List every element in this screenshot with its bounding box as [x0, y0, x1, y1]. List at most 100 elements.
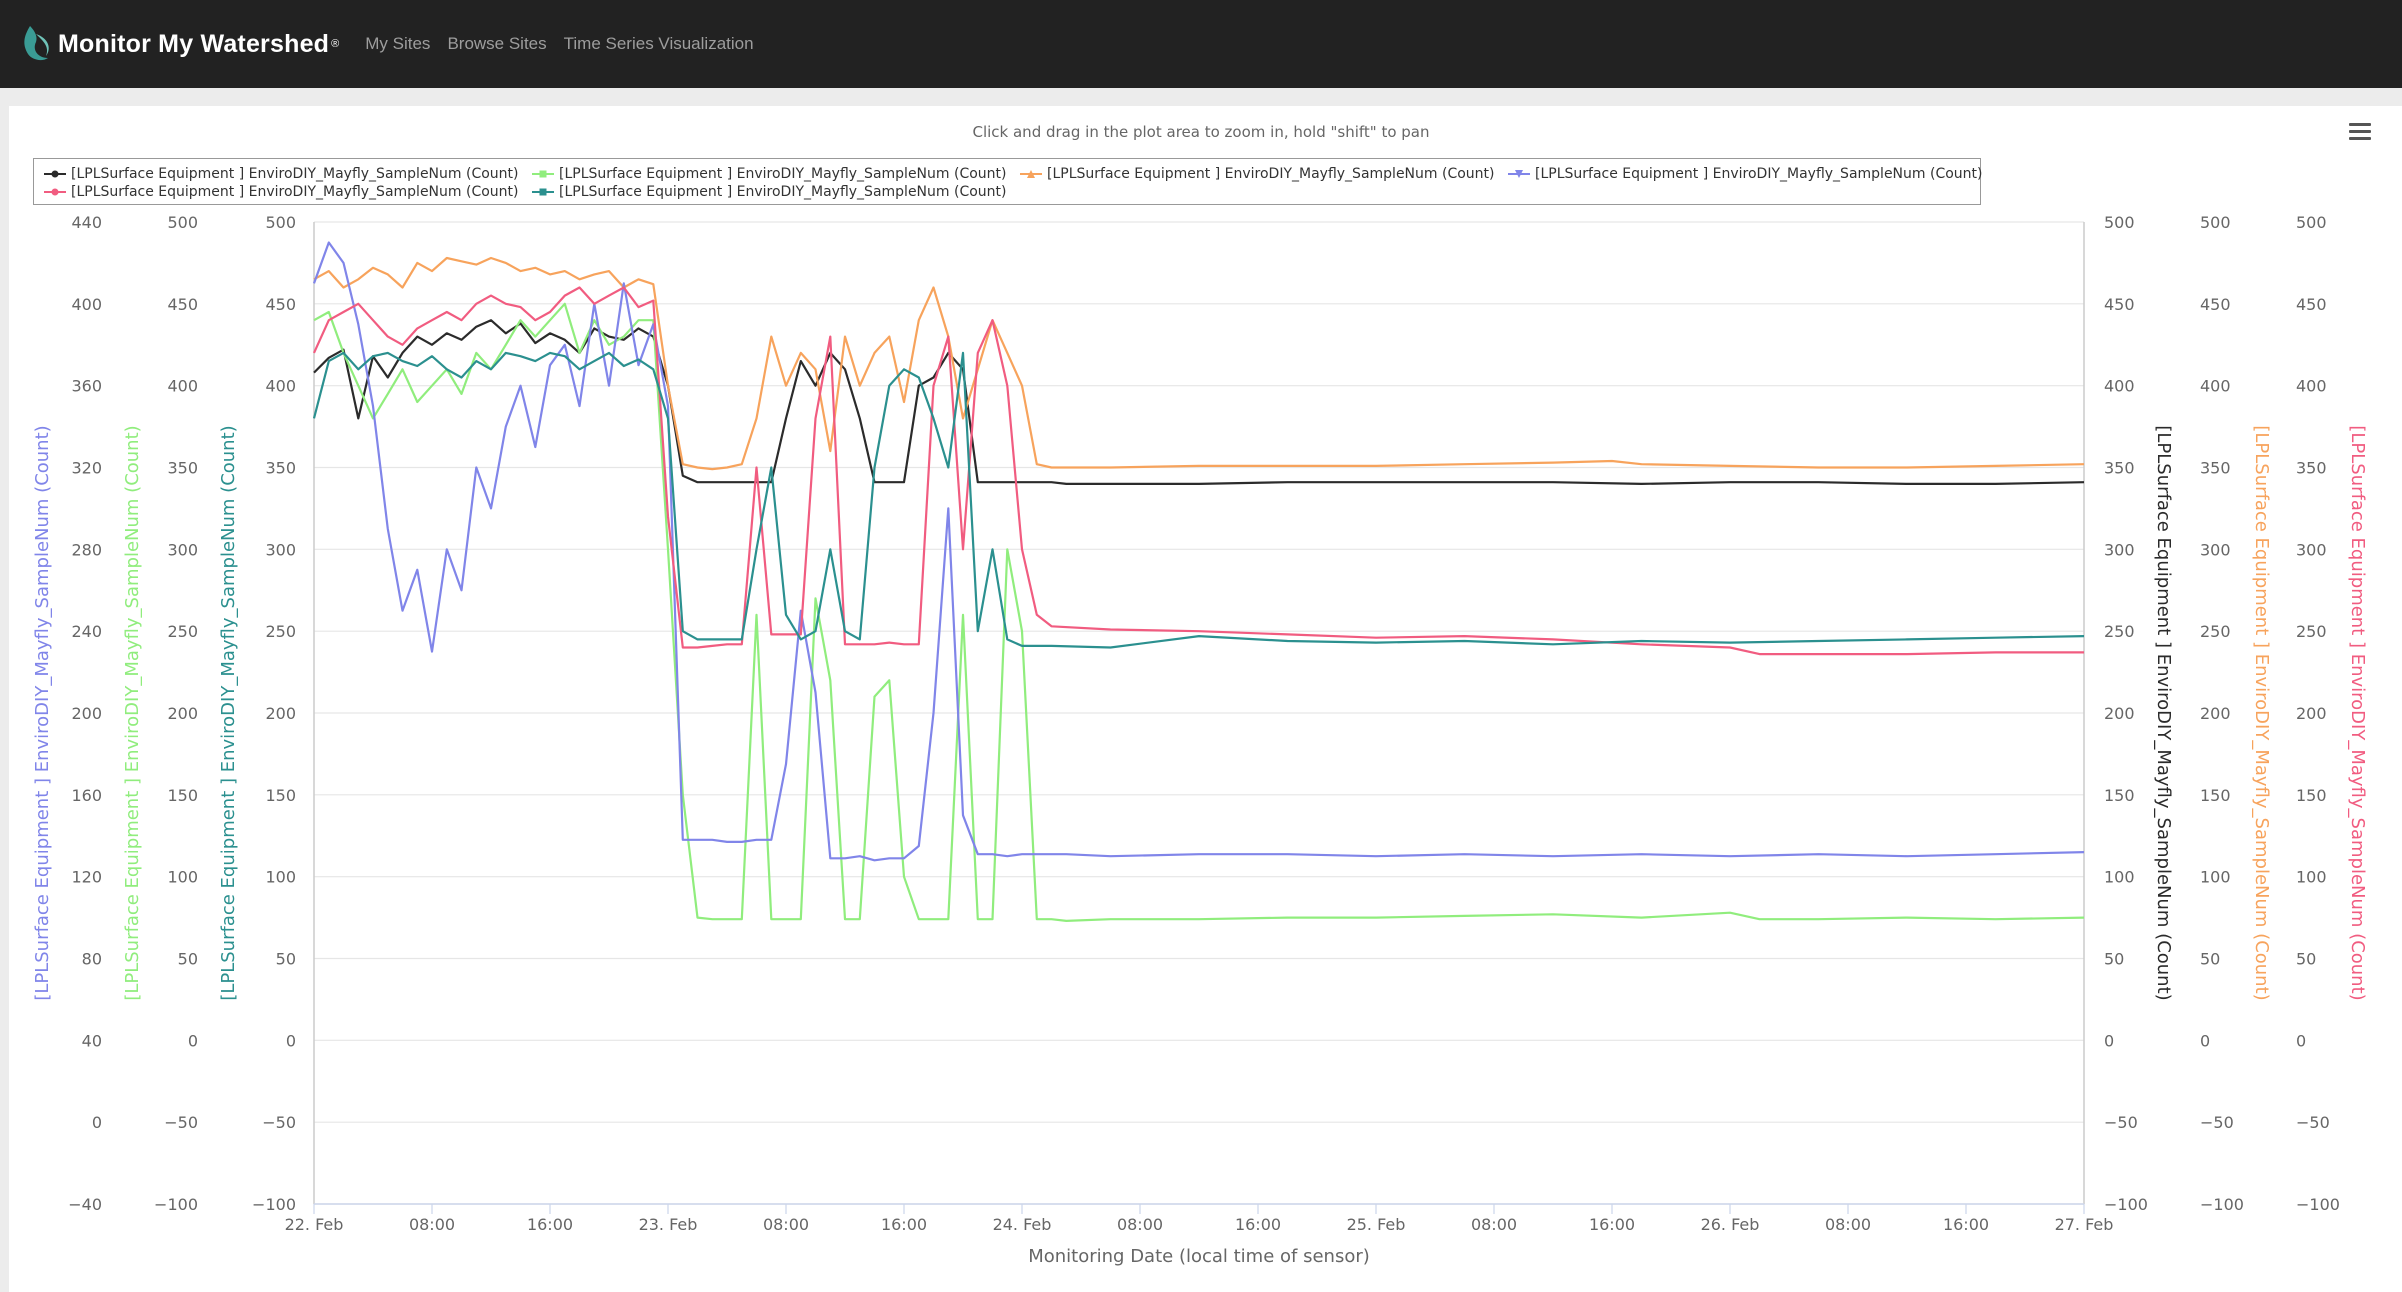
x-tick-label: 16:00: [1589, 1215, 1635, 1234]
y-axis-title: [LPLSurface Equipment ] EnviroDIY_Mayfly…: [32, 425, 53, 1000]
y-tick-label: −50: [2200, 1113, 2234, 1132]
y-tick-label: 400: [71, 295, 102, 314]
x-tick-label: 08:00: [1471, 1215, 1517, 1234]
x-tick-label: 27. Feb: [2055, 1215, 2114, 1234]
y-tick-label: 300: [265, 540, 296, 559]
x-axis-title: Monitoring Date (local time of sensor): [1028, 1246, 1370, 1267]
y-axis-title: [LPLSurface Equipment ] EnviroDIY_Mayfly…: [2153, 425, 2174, 1000]
y-tick-label: 350: [2200, 459, 2231, 478]
x-tick-label: 08:00: [1825, 1215, 1871, 1234]
y-tick-label: 0: [2200, 1031, 2210, 1050]
legend-label: [LPLSurface Equipment ] EnviroDIY_Mayfly…: [1535, 166, 1983, 182]
series-line-3[interactable]: [312, 241, 2085, 862]
y-tick-label: 300: [2296, 540, 2327, 559]
y-tick-label: 150: [2296, 786, 2327, 805]
triangle-marker-icon: [1020, 170, 1042, 178]
y-tick-label: 200: [2200, 704, 2231, 723]
y-tick-label: 400: [167, 377, 198, 396]
y-tick-label: 400: [265, 377, 296, 396]
chart-legend: [LPLSurface Equipment ] EnviroDIY_Mayfly…: [33, 158, 1983, 205]
y-tick-label: −50: [262, 1113, 296, 1132]
y-tick-label: 350: [2104, 459, 2135, 478]
x-tick-label: 16:00: [1235, 1215, 1281, 1234]
y-tick-label: 50: [178, 950, 198, 969]
y-tick-label: 0: [2104, 1031, 2114, 1050]
y-tick-label: 300: [167, 540, 198, 559]
y-tick-label: 280: [71, 540, 102, 559]
y-tick-label: 100: [167, 868, 198, 887]
x-tick-label: 25. Feb: [1347, 1215, 1406, 1234]
y-tick-label: 400: [2200, 377, 2231, 396]
x-tick-label: 24. Feb: [993, 1215, 1052, 1234]
y-tick-label: 40: [82, 1031, 102, 1050]
y-tick-label: 250: [167, 622, 198, 641]
y-tick-label: 500: [167, 213, 198, 232]
x-tick-label: 08:00: [409, 1215, 455, 1234]
y-tick-label: 360: [71, 377, 102, 396]
y-tick-label: 450: [2104, 295, 2135, 314]
y-tick-label: 400: [2296, 377, 2327, 396]
y-tick-label: 500: [265, 213, 296, 232]
y-tick-label: 200: [167, 704, 198, 723]
y-tick-label: 400: [2104, 377, 2135, 396]
x-tick-label: 08:00: [763, 1215, 809, 1234]
y-tick-label: 500: [2200, 213, 2231, 232]
triangle-down-marker-icon: [1508, 170, 1530, 178]
y-tick-label: 500: [2296, 213, 2327, 232]
y-tick-label: 250: [265, 622, 296, 641]
y-tick-label: 450: [2200, 295, 2231, 314]
y-tick-label: 200: [2104, 704, 2135, 723]
y-axis-title: [LPLSurface Equipment ] EnviroDIY_Mayfly…: [218, 425, 239, 1000]
y-tick-label: 450: [167, 295, 198, 314]
x-tick-label: 16:00: [527, 1215, 573, 1234]
legend-label: [LPLSurface Equipment ] EnviroDIY_Mayfly…: [559, 184, 1007, 200]
x-tick-label: 08:00: [1117, 1215, 1163, 1234]
y-tick-label: 160: [71, 786, 102, 805]
y-axis-title: [LPLSurface Equipment ] EnviroDIY_Mayfly…: [2347, 425, 2368, 1000]
legend-label: [LPLSurface Equipment ] EnviroDIY_Mayfly…: [1047, 166, 1495, 182]
legend-item-green[interactable]: [LPLSurface Equipment ] EnviroDIY_Mayfly…: [532, 166, 1007, 182]
y-tick-label: 100: [2200, 868, 2231, 887]
y-tick-label: 350: [167, 459, 198, 478]
y-tick-label: 250: [2104, 622, 2135, 641]
y-tick-label: 0: [188, 1031, 198, 1050]
y-tick-label: 50: [2104, 950, 2124, 969]
series-line-1[interactable]: [313, 302, 2085, 922]
y-tick-label: −100: [154, 1195, 198, 1214]
y-tick-label: −40: [68, 1195, 102, 1214]
series-line-4[interactable]: [312, 286, 2084, 656]
y-tick-label: 250: [2296, 622, 2327, 641]
y-tick-label: 50: [2296, 950, 2316, 969]
y-tick-label: −100: [252, 1195, 296, 1214]
y-tick-label: 200: [2296, 704, 2327, 723]
x-tick-label: 26. Feb: [1701, 1215, 1760, 1234]
y-axis-title: [LPLSurface Equipment ] EnviroDIY_Mayfly…: [122, 425, 143, 1000]
y-tick-label: 100: [2296, 868, 2327, 887]
legend-item-black[interactable]: [LPLSurface Equipment ] EnviroDIY_Mayfly…: [44, 166, 519, 182]
x-tick-label: 22. Feb: [285, 1215, 344, 1234]
y-tick-label: 350: [2296, 459, 2327, 478]
y-tick-label: 500: [2104, 213, 2135, 232]
y-tick-label: 50: [2200, 950, 2220, 969]
circle-marker-icon: [44, 170, 66, 178]
y-tick-label: 0: [286, 1031, 296, 1050]
y-tick-label: 300: [2200, 540, 2231, 559]
legend-item-teal[interactable]: [LPLSurface Equipment ] EnviroDIY_Mayfly…: [532, 184, 1007, 200]
x-tick-label: 23. Feb: [639, 1215, 698, 1234]
y-tick-label: 240: [71, 622, 102, 641]
series-line-5[interactable]: [312, 351, 2085, 649]
y-tick-label: 200: [265, 704, 296, 723]
y-tick-label: 150: [265, 786, 296, 805]
legend-item-pink[interactable]: [LPLSurface Equipment ] EnviroDIY_Mayfly…: [44, 184, 519, 200]
square-marker-icon: [532, 188, 554, 196]
legend-label: [LPLSurface Equipment ] EnviroDIY_Mayfly…: [71, 166, 519, 182]
legend-item-orange[interactable]: [LPLSurface Equipment ] EnviroDIY_Mayfly…: [1020, 166, 1495, 182]
x-tick-label: 16:00: [881, 1215, 927, 1234]
y-tick-label: 0: [2296, 1031, 2306, 1050]
y-tick-label: −50: [2104, 1113, 2138, 1132]
y-tick-label: 100: [2104, 868, 2135, 887]
legend-item-blue[interactable]: [LPLSurface Equipment ] EnviroDIY_Mayfly…: [1508, 166, 1983, 182]
y-tick-label: 250: [2200, 622, 2231, 641]
y-tick-label: 320: [71, 459, 102, 478]
series-line-2[interactable]: [313, 256, 2085, 471]
